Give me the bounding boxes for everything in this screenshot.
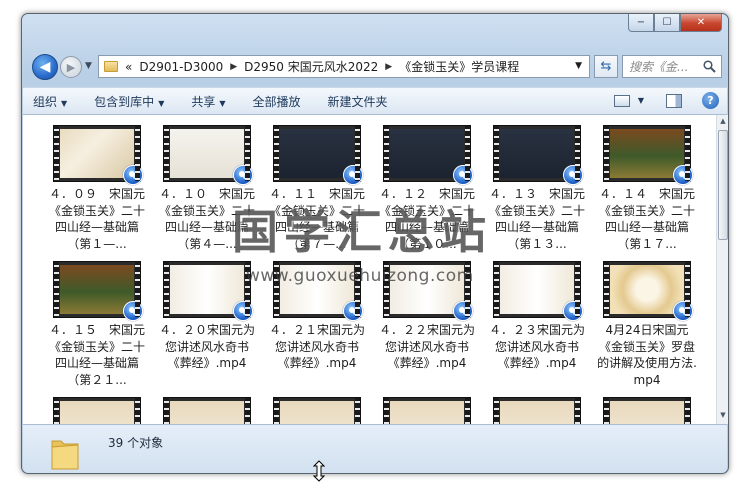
video-thumbnail bbox=[163, 125, 253, 185]
breadcrumb-separator-icon[interactable]: ▶ bbox=[230, 62, 237, 72]
video-thumbnail bbox=[603, 397, 691, 424]
video-thumbnail bbox=[493, 261, 583, 321]
thumbnail-frame bbox=[500, 401, 574, 424]
close-button[interactable]: ✕ bbox=[680, 14, 722, 32]
video-thumbnail bbox=[53, 125, 143, 185]
thumbnail-frame bbox=[60, 401, 134, 424]
toolbar-right-group: ▼ ? bbox=[613, 92, 719, 109]
thumbnail-frame bbox=[170, 401, 244, 424]
media-player-icon bbox=[343, 165, 363, 185]
recent-pages-dropdown[interactable]: ▼ bbox=[85, 61, 92, 71]
file-name: ４．２２宋国元为您讲述风水奇书《葬经》.mp4 bbox=[378, 323, 475, 370]
breadcrumb-item[interactable]: 《金锁玉关》学员课程 bbox=[399, 58, 519, 75]
share-label: 共享 bbox=[191, 94, 216, 109]
minimize-button[interactable]: − bbox=[628, 14, 654, 32]
video-thumbnail bbox=[603, 125, 693, 185]
media-player-icon bbox=[453, 165, 473, 185]
address-bar[interactable]: « D2901-D3000 ▶ D2950 宋国元风水2022 ▶ 《金锁玉关》… bbox=[98, 55, 590, 78]
vertical-scrollbar[interactable]: ▲ ▼ bbox=[716, 115, 728, 424]
thumbnail-frame bbox=[390, 401, 464, 424]
play-all-button[interactable]: 全部播放 bbox=[243, 93, 311, 110]
video-thumbnail bbox=[163, 261, 253, 321]
media-player-icon bbox=[123, 165, 143, 185]
video-thumbnail bbox=[53, 397, 141, 424]
video-thumbnail bbox=[603, 261, 693, 321]
file-name: ４．２０宋国元为您讲述风水奇书《葬经》.mp4 bbox=[158, 323, 255, 370]
organize-label: 组织 bbox=[33, 94, 58, 109]
share-menu[interactable]: 共享 ▼ bbox=[181, 93, 235, 110]
refresh-icon: ⇆ bbox=[600, 59, 612, 74]
arrow-left-icon: ◀ bbox=[39, 59, 51, 75]
refresh-button[interactable]: ⇆ bbox=[594, 55, 618, 78]
media-player-icon bbox=[233, 165, 253, 185]
media-player-icon bbox=[673, 301, 693, 321]
include-in-library-menu[interactable]: 包含到库中 ▼ bbox=[84, 93, 174, 110]
chevron-down-icon[interactable]: ▼ bbox=[638, 96, 644, 105]
file-name: ４．２３宋国元为您讲述风水奇书《葬经》.mp4 bbox=[488, 323, 585, 370]
maximize-button[interactable]: ☐ bbox=[654, 14, 680, 32]
help-icon[interactable]: ? bbox=[702, 92, 719, 109]
video-thumbnail bbox=[383, 125, 473, 185]
chevron-down-icon[interactable]: ▼ bbox=[575, 61, 582, 71]
video-thumbnail bbox=[493, 397, 581, 424]
view-options-icon[interactable] bbox=[613, 94, 630, 107]
caption-buttons: − ☐ ✕ bbox=[628, 14, 722, 32]
thumbnail-frame bbox=[280, 401, 354, 424]
include-in-library-label: 包含到库中 bbox=[94, 94, 155, 109]
file-name: ４．１４ 宋国元《金锁玉关》二十四山经—基础篇（第１７... bbox=[598, 187, 695, 251]
video-thumbnail bbox=[493, 125, 583, 185]
media-player-icon bbox=[563, 165, 583, 185]
breadcrumb-overflow[interactable]: « bbox=[125, 60, 132, 74]
forward-button[interactable]: ▶ bbox=[60, 56, 82, 78]
breadcrumb-separator-icon[interactable]: ▶ bbox=[385, 62, 392, 72]
file-name: ４．２１宋国元为您讲述风水奇书《葬经》.mp4 bbox=[268, 323, 365, 370]
media-player-icon bbox=[673, 165, 693, 185]
file-name: ４．１５ 宋国元《金锁玉关》二十四山经—基础篇（第２１... bbox=[48, 323, 145, 387]
breadcrumb-item[interactable]: D2901-D3000 bbox=[139, 60, 223, 74]
preview-pane-icon[interactable] bbox=[666, 93, 682, 108]
video-thumbnail bbox=[53, 261, 143, 321]
media-player-icon bbox=[233, 301, 253, 321]
video-thumbnail bbox=[383, 397, 471, 424]
file-name: ４．１３ 宋国元《金锁玉关》二十四山经—基础篇（第１３... bbox=[488, 187, 585, 251]
navigation-bar: ◀ ▶ ▼ « D2901-D3000 ▶ D2950 宋国元风水2022 ▶ … bbox=[30, 53, 722, 81]
folder-icon bbox=[104, 61, 118, 72]
search-icon bbox=[703, 60, 716, 73]
video-thumbnail bbox=[163, 397, 251, 424]
folder-icon bbox=[51, 440, 79, 470]
chevron-down-icon: ▼ bbox=[158, 98, 165, 108]
chevron-down-icon: ▼ bbox=[219, 98, 226, 108]
video-thumbnail bbox=[273, 397, 361, 424]
arrow-right-icon: ▶ bbox=[66, 60, 76, 74]
media-player-icon bbox=[343, 301, 363, 321]
item-count: 39 个对象 bbox=[108, 436, 164, 450]
media-player-icon bbox=[563, 301, 583, 321]
chevron-down-icon: ▼ bbox=[61, 98, 68, 108]
thumbnail-frame bbox=[610, 401, 684, 424]
file-name: 4月24日宋国元《金锁玉关》罗盘的讲解及使用方法.mp4 bbox=[597, 323, 697, 387]
command-bar: 组织 ▼ 包含到库中 ▼ 共享 ▼ 全部播放 新建文件夹 ▼ ? bbox=[23, 87, 727, 115]
media-player-icon bbox=[123, 301, 143, 321]
watermark-title: 国学汇总站 bbox=[232, 205, 492, 259]
back-button[interactable]: ◀ bbox=[32, 54, 58, 80]
breadcrumb-item[interactable]: D2950 宋国元风水2022 bbox=[244, 58, 378, 75]
new-folder-button[interactable]: 新建文件夹 bbox=[318, 93, 398, 110]
video-thumbnail bbox=[273, 125, 363, 185]
scroll-down-icon[interactable]: ▼ bbox=[718, 411, 728, 423]
scroll-up-icon[interactable]: ▲ bbox=[718, 117, 728, 129]
media-player-icon bbox=[453, 301, 473, 321]
file-name: ４．０９ 宋国元《金锁玉关》二十四山经—基础篇（第１—... bbox=[48, 187, 145, 251]
search-placeholder: 搜索《金... bbox=[629, 60, 689, 74]
scrollbar-thumb[interactable] bbox=[718, 130, 728, 240]
details-pane: 39 个对象 bbox=[23, 424, 727, 473]
search-input[interactable]: 搜索《金... bbox=[622, 55, 722, 78]
watermark-url: www.guoxuehuizong.com bbox=[246, 266, 474, 286]
resize-cursor-icon bbox=[313, 460, 325, 482]
organize-menu[interactable]: 组织 ▼ bbox=[23, 93, 77, 110]
